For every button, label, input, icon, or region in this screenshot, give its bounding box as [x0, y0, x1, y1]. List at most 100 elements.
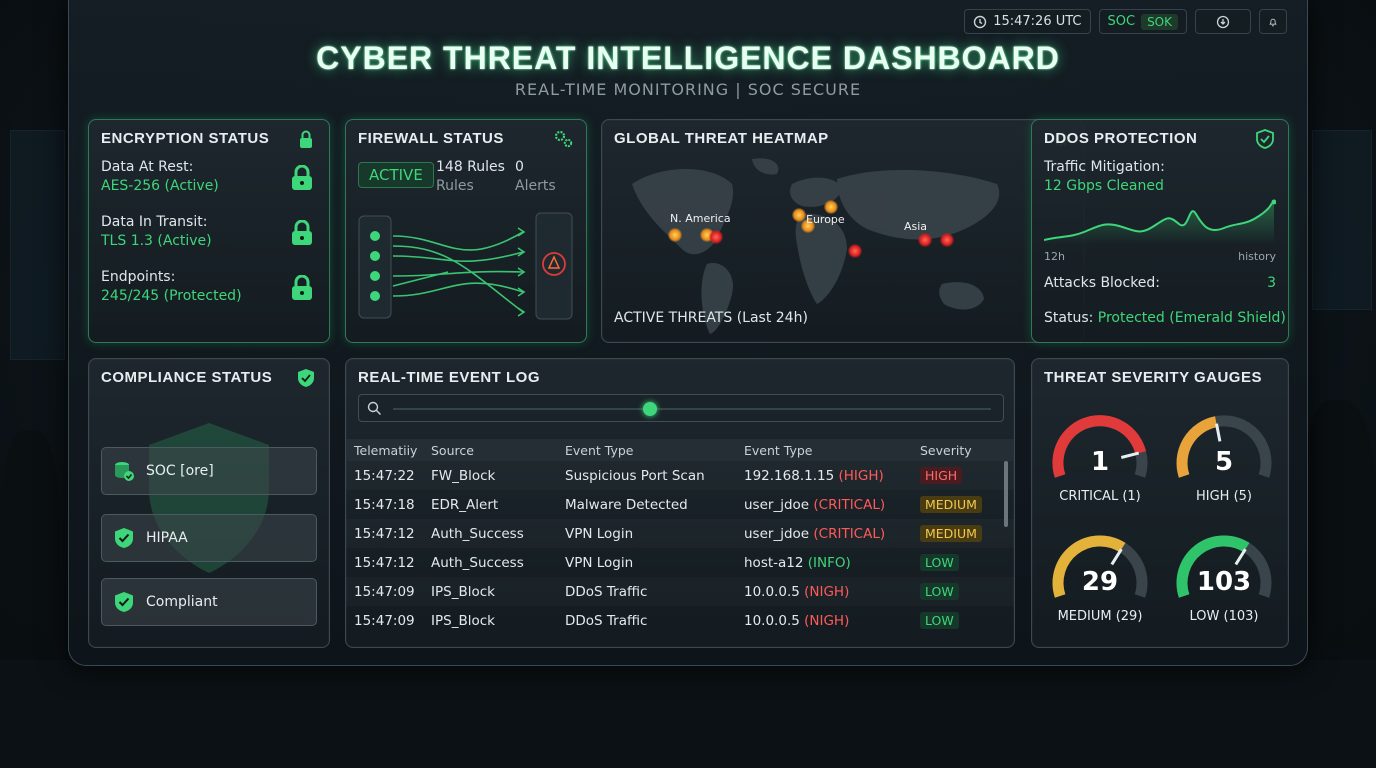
background-person [1300, 400, 1376, 650]
target-tag: (CRITICAL) [813, 496, 886, 513]
compliance-item-label: Compliant [146, 594, 218, 610]
heatmap-title: GLOBAL THREAT HEATMAP [614, 130, 829, 147]
cell-severity: MEDIUM [912, 490, 1014, 519]
map-label-north-america: N. America [670, 212, 731, 225]
search-icon [367, 401, 381, 415]
cell-severity: LOW [912, 548, 1014, 577]
map-label-europe: Europe [806, 213, 845, 226]
event-log-scrollbar[interactable] [1004, 461, 1008, 527]
download-button[interactable] [1195, 9, 1251, 34]
timeline-slider-knob[interactable] [643, 402, 658, 416]
severity-badge: MEDIUM [920, 496, 982, 513]
table-row[interactable]: 15:47:12 Auth_Success VPN Login user_jdo… [346, 519, 1014, 548]
firewall-state-badge: ACTIVE [358, 162, 434, 188]
cell-event: Malware Detected [565, 496, 688, 513]
ddos-status-value: Protected (Emerald Shield) [1097, 310, 1286, 326]
target-tag: (INFO) [807, 554, 851, 571]
cell-target: user_jdoe (CRITICAL) [736, 519, 912, 548]
column-header[interactable]: Telematiiy [346, 439, 423, 461]
gauge-critical: 1 CRITICAL (1) [1048, 411, 1152, 511]
encryption-endpoints-label: Endpoints: [101, 269, 176, 285]
gauge-medium: 29 MEDIUM (29) [1048, 531, 1152, 631]
ddos-status-label: Status: [1044, 310, 1094, 326]
ddos-spark-left: 12h [1044, 250, 1065, 263]
severity-badge: LOW [920, 583, 959, 600]
firewall-title: FIREWALL STATUS [358, 130, 504, 147]
target-tag: (CRITICAL) [813, 525, 886, 542]
top-toolbar: 15:47:26 UTC SOC SOK [964, 9, 1287, 34]
ddos-sparkline [1044, 199, 1276, 244]
table-row[interactable]: 15:47:09 IPS_Block DDoS Traffic 10.0.0.5… [346, 577, 1014, 606]
page-title: CYBER THREAT INTELLIGENCE DASHBOARD [316, 40, 1060, 76]
severity-badge: LOW [920, 554, 959, 571]
table-row[interactable]: 15:47:22 FW_Block Suspicious Port Scan 1… [346, 461, 1014, 490]
cell-event: VPN Login [557, 519, 736, 548]
ddos-spark-right: history [1238, 250, 1276, 263]
clock-icon [974, 15, 987, 28]
lock-icon [292, 220, 312, 245]
compliance-item-hipaa[interactable]: HIPAA [101, 514, 317, 562]
cell-target: 192.168.1.15 (HIGH) [736, 461, 912, 490]
cell-severity: HIGH [912, 461, 1014, 490]
cell-source: Auth_Success [431, 554, 524, 571]
target-name: user_jdoe [744, 496, 810, 513]
cell-event: DDoS Traffic [557, 577, 736, 606]
cell-event: DDoS Traffic [565, 612, 648, 629]
clock-time: 15:47:26 UTC [993, 14, 1082, 29]
firewall-alerts-label: Alerts [515, 178, 556, 194]
encryption-row-endpoints: Endpoints: 245/245 (Protected) [101, 268, 242, 306]
column-header[interactable]: Event Type [736, 439, 912, 461]
soc-status[interactable]: SOC SOK [1098, 9, 1187, 34]
table-row[interactable]: 15:47:18 EDR_Alert Malware Detected user… [346, 490, 1014, 519]
compliance-item-compliant[interactable]: Compliant [101, 578, 317, 626]
column-header[interactable]: Event Type [557, 439, 736, 461]
encryption-title: ENCRYPTION STATUS [101, 130, 270, 147]
gauge-value: 5 [1214, 447, 1234, 477]
gears-icon [554, 130, 573, 148]
cell-source: Auth_Success [423, 519, 557, 548]
cell-target: 10.0.0.5 (NIGH) [736, 577, 912, 606]
event-log-title: REAL-TIME EVENT LOG [358, 369, 540, 386]
column-header[interactable]: Severity [912, 439, 1014, 461]
background-person [0, 430, 60, 660]
background-monitor [1312, 130, 1372, 310]
ddos-attacks-label: Attacks Blocked: [1044, 275, 1161, 291]
severity-badge: LOW [920, 612, 959, 629]
firewall-flow-diagram [358, 212, 573, 320]
event-log-search[interactable] [358, 394, 1004, 422]
timeline-slider-track[interactable] [393, 408, 991, 410]
table-row[interactable]: 15:47:12 Auth_Success VPN Login host-a12… [346, 548, 1014, 577]
cell-severity: LOW [912, 577, 1014, 606]
encryption-row-transit: Data In Transit: TLS 1.3 (Active) [101, 213, 212, 251]
compliance-item-label: HIPAA [146, 530, 188, 546]
ddos-status: Status: Protected (Emerald Shield) [1044, 310, 1286, 326]
cell-time: 15:47:18 [354, 496, 415, 513]
gauges-panel: THREAT SEVERITY GAUGES 1 CRITICAL (1) 5 … [1031, 358, 1289, 648]
threat-hotspot [709, 230, 723, 244]
cell-time: 15:47:12 [346, 519, 423, 548]
ddos-attacks-value: 3 [1267, 275, 1276, 291]
column-header[interactable]: Source [423, 439, 557, 461]
soc-label: SOC [1107, 14, 1136, 29]
encryption-transit-label: Data In Transit: [101, 214, 208, 230]
encryption-rest-value: AES-256 (Active) [101, 178, 219, 194]
threat-hotspot [824, 200, 838, 214]
notifications-button[interactable] [1259, 9, 1287, 34]
target-name: host-a12 [744, 554, 804, 571]
cell-time: 15:47:22 [346, 461, 423, 490]
ddos-panel: DDOS PROTECTION Traffic Mitigation: 12 G… [1031, 119, 1289, 343]
event-log-table: Telematiiy Source Event Type Event Type … [346, 439, 1014, 635]
gauge-label: LOW (103) [1189, 609, 1259, 624]
target-tag: (NIGH) [804, 583, 850, 600]
cell-source: EDR_Alert [431, 496, 499, 513]
lock-icon [292, 275, 312, 300]
compliance-item-soc[interactable]: SOC [ore] [101, 447, 317, 495]
table-row[interactable]: 15:47:09 IPS_Block DDoS Traffic 10.0.0.5… [346, 606, 1014, 635]
compliance-item-label: SOC [ore] [146, 463, 214, 479]
shield-check-icon [115, 528, 133, 548]
cell-time: 15:47:09 [346, 577, 423, 606]
encryption-row-rest: Data At Rest: AES-256 (Active) [101, 158, 219, 196]
ddos-mitigation-value: 12 Gbps Cleaned [1044, 178, 1164, 194]
firewall-rules-label: Rules [436, 178, 474, 194]
firewall-alerts: 0 Alerts [515, 158, 556, 196]
